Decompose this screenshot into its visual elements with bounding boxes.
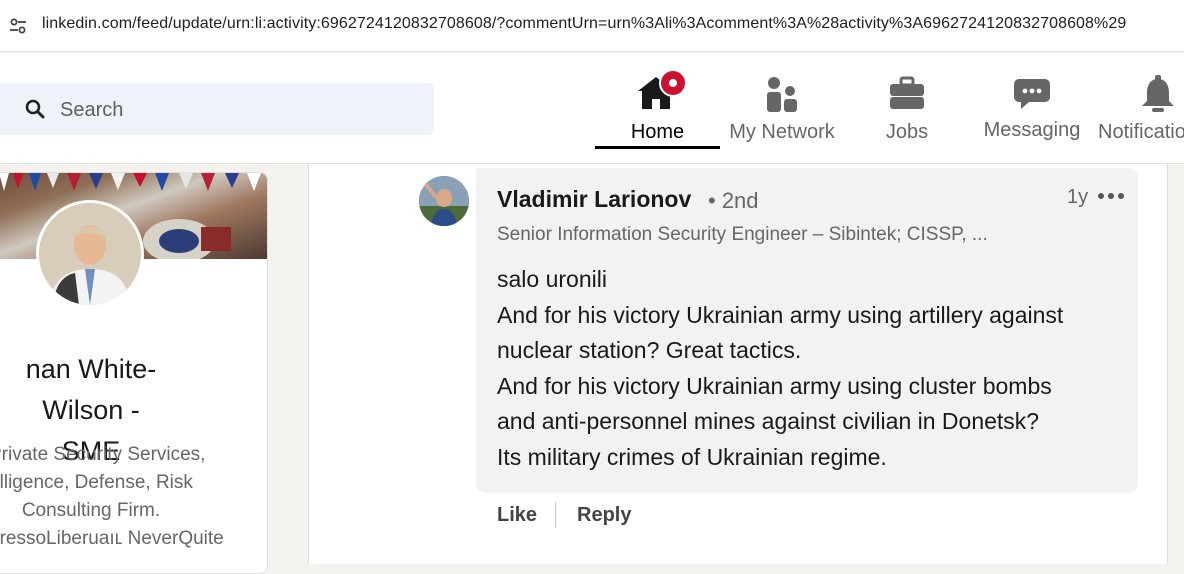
cover-emblem-graphic [143, 219, 231, 259]
comment-timestamp: 1y [1067, 186, 1089, 208]
notification-badge [659, 69, 687, 97]
url-text[interactable]: linkedin.com/feed/update/urn:li:activity… [42, 15, 1126, 33]
search-bar[interactable] [0, 83, 434, 135]
nav-home[interactable]: Home [595, 69, 720, 151]
profile-avatar[interactable] [36, 200, 144, 308]
people-icon [767, 77, 797, 112]
nav-notifications[interactable]: Notifications [1098, 73, 1184, 151]
bell-icon [1142, 75, 1174, 112]
nav-jobs-label: Jobs [885, 121, 929, 143]
nav-jobs[interactable]: Jobs [846, 73, 968, 151]
nav-messaging[interactable]: Messaging [970, 73, 1094, 151]
profile-card[interactable]: nan White-Wilson - SME Private Security … [0, 172, 268, 574]
browser-address-bar[interactable]: linkedin.com/feed/update/urn:li:activity… [0, 0, 1184, 52]
nav-home-label: Home [630, 121, 685, 143]
nav-messaging-label: Messaging [983, 119, 1081, 141]
more-options-icon[interactable] [1096, 184, 1126, 208]
chat-icon [1014, 79, 1050, 109]
top-navigation: Home My Network Jobs Messaging [0, 53, 1184, 164]
comment-text: salo uronili And for his victory Ukraini… [497, 266, 1064, 470]
nav-notifications-label: Notifications [1098, 121, 1184, 143]
like-button[interactable]: Like [497, 504, 537, 527]
profile-headline: Private Security Services, elligence, De… [0, 444, 224, 549]
active-tab-indicator [595, 146, 720, 149]
reply-button[interactable]: Reply [577, 504, 631, 527]
site-settings-icon[interactable] [8, 16, 28, 36]
connection-degree: • 2nd [708, 188, 759, 213]
nav-my-network-label: My Network [729, 121, 835, 143]
commenter-headline: Senior Information Security Engineer – S… [497, 224, 988, 245]
commenter-avatar[interactable] [419, 176, 469, 226]
nav-my-network[interactable]: My Network [720, 73, 844, 151]
search-icon [25, 99, 45, 119]
search-input[interactable] [58, 95, 422, 125]
commenter-name[interactable]: Vladimir Larionov [497, 186, 691, 213]
briefcase-icon [890, 76, 924, 109]
action-divider [555, 502, 556, 528]
